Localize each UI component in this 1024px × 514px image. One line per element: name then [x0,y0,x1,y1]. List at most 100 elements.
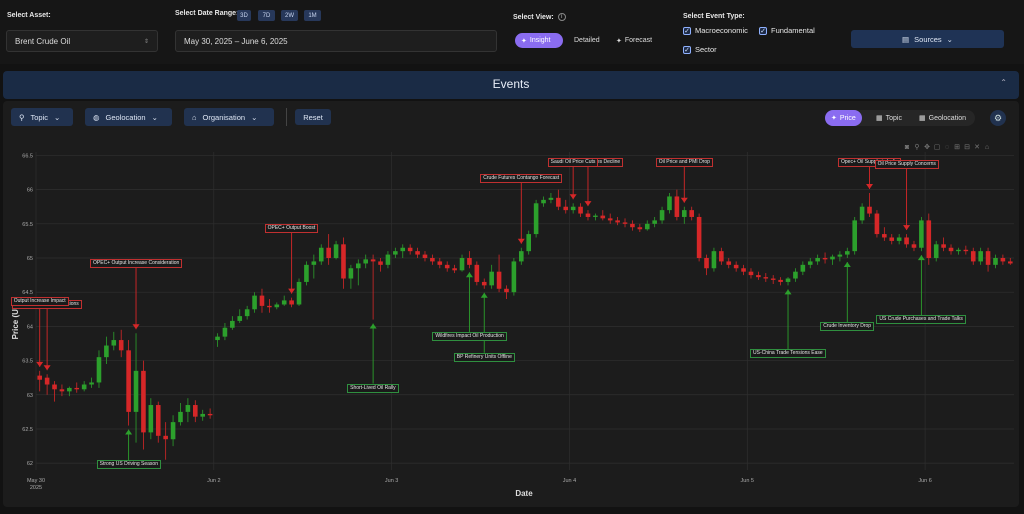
candlestick[interactable] [763,273,769,282]
candlestick[interactable] [504,285,509,300]
candlestick[interactable] [985,247,991,272]
candlestick[interactable] [541,196,546,207]
candlestick[interactable] [415,247,420,258]
candlestick[interactable] [822,252,828,264]
candlestick[interactable] [667,193,672,214]
candlestick[interactable] [222,322,228,341]
candlestick[interactable] [556,189,561,211]
candlestick[interactable] [133,333,139,443]
candlestick[interactable] [904,234,909,248]
candlestick[interactable] [874,210,880,238]
candlestick[interactable] [844,247,850,258]
candlestick[interactable] [948,244,954,255]
candlestick[interactable] [659,206,665,224]
candlestick[interactable] [155,401,161,443]
candlestick[interactable] [526,230,532,255]
candlestick[interactable] [496,254,502,293]
candlestick[interactable] [393,247,398,258]
candlestick[interactable] [696,213,702,262]
candlestick[interactable] [459,254,465,272]
candlestick[interactable] [518,247,524,265]
candlestick[interactable] [630,220,635,231]
candlestick[interactable] [289,297,294,308]
candlestick[interactable] [756,271,761,280]
candlestick[interactable] [919,216,924,252]
candlestick[interactable] [304,261,309,286]
candlestick[interactable] [37,370,43,392]
candlestick[interactable] [741,264,746,276]
candlestick[interactable] [882,227,887,241]
candlestick[interactable] [474,261,480,286]
candlestick[interactable] [481,278,487,289]
candlestick[interactable] [815,254,820,265]
candlestick[interactable] [963,245,969,255]
candlestick[interactable] [941,237,946,252]
candlestick[interactable] [926,213,932,265]
candlestick[interactable] [230,316,235,330]
candlestick[interactable] [237,309,243,323]
candlestick[interactable] [318,244,324,265]
candlestick[interactable] [578,203,583,217]
candlestick[interactable] [548,193,554,204]
candlestick[interactable] [770,275,776,284]
candlestick[interactable] [89,377,94,388]
candlestick[interactable] [793,268,798,282]
candlestick[interactable] [400,244,406,258]
candlestick[interactable] [355,259,361,286]
candlestick[interactable] [622,218,628,228]
candlestick[interactable] [111,331,117,351]
candlestick[interactable] [585,210,591,221]
candlestick[interactable] [896,234,902,245]
candlestick[interactable] [644,220,650,231]
candlestick[interactable] [570,203,576,214]
candlestick[interactable] [956,247,961,255]
candlestick[interactable] [341,237,346,289]
candlestick[interactable] [296,278,302,306]
candlestick[interactable] [252,292,257,313]
candlestick[interactable] [422,251,428,262]
candlestick[interactable] [215,333,220,347]
candlestick[interactable] [859,203,865,224]
candlestick[interactable] [333,240,339,260]
candlestick[interactable] [726,258,732,269]
candlestick[interactable] [674,189,680,221]
candlestick[interactable] [44,374,50,395]
candlestick[interactable] [511,258,517,296]
candlestick[interactable] [363,254,369,269]
candlestick[interactable] [711,247,717,272]
candlestick[interactable] [348,264,354,289]
candlestick[interactable] [244,305,250,320]
candlestick[interactable] [467,251,472,269]
candlestick[interactable] [148,398,154,440]
candlestick[interactable] [970,247,976,265]
candlestick[interactable] [563,199,569,214]
candlestick[interactable] [163,422,168,460]
candlestick[interactable] [837,251,843,262]
candlestick[interactable] [681,206,687,224]
candlestick[interactable] [207,408,213,419]
candlestick[interactable] [807,258,813,269]
candlestick[interactable] [785,277,791,286]
candlestick[interactable] [407,244,413,255]
candlestick[interactable] [326,234,331,265]
candlestick[interactable] [600,210,606,221]
candlestick[interactable] [593,213,598,221]
candlestick[interactable] [178,402,183,426]
candlestick[interactable] [689,206,695,221]
candlestick[interactable] [437,258,443,269]
candlestick[interactable] [170,415,176,447]
candlestick[interactable] [733,261,739,272]
candlestick[interactable] [81,381,87,392]
candlestick[interactable] [281,295,287,306]
candlestick[interactable] [141,360,146,450]
candlestick[interactable] [889,234,895,245]
candlestick[interactable] [778,277,783,286]
candlestick[interactable] [267,299,272,313]
candlestick[interactable] [489,264,494,289]
candlestick[interactable] [185,398,191,423]
candlestick[interactable] [59,384,65,397]
candlestick[interactable] [607,213,613,224]
candlestick[interactable] [911,240,917,252]
candlestick[interactable] [719,247,724,265]
candlestick[interactable] [652,216,657,228]
